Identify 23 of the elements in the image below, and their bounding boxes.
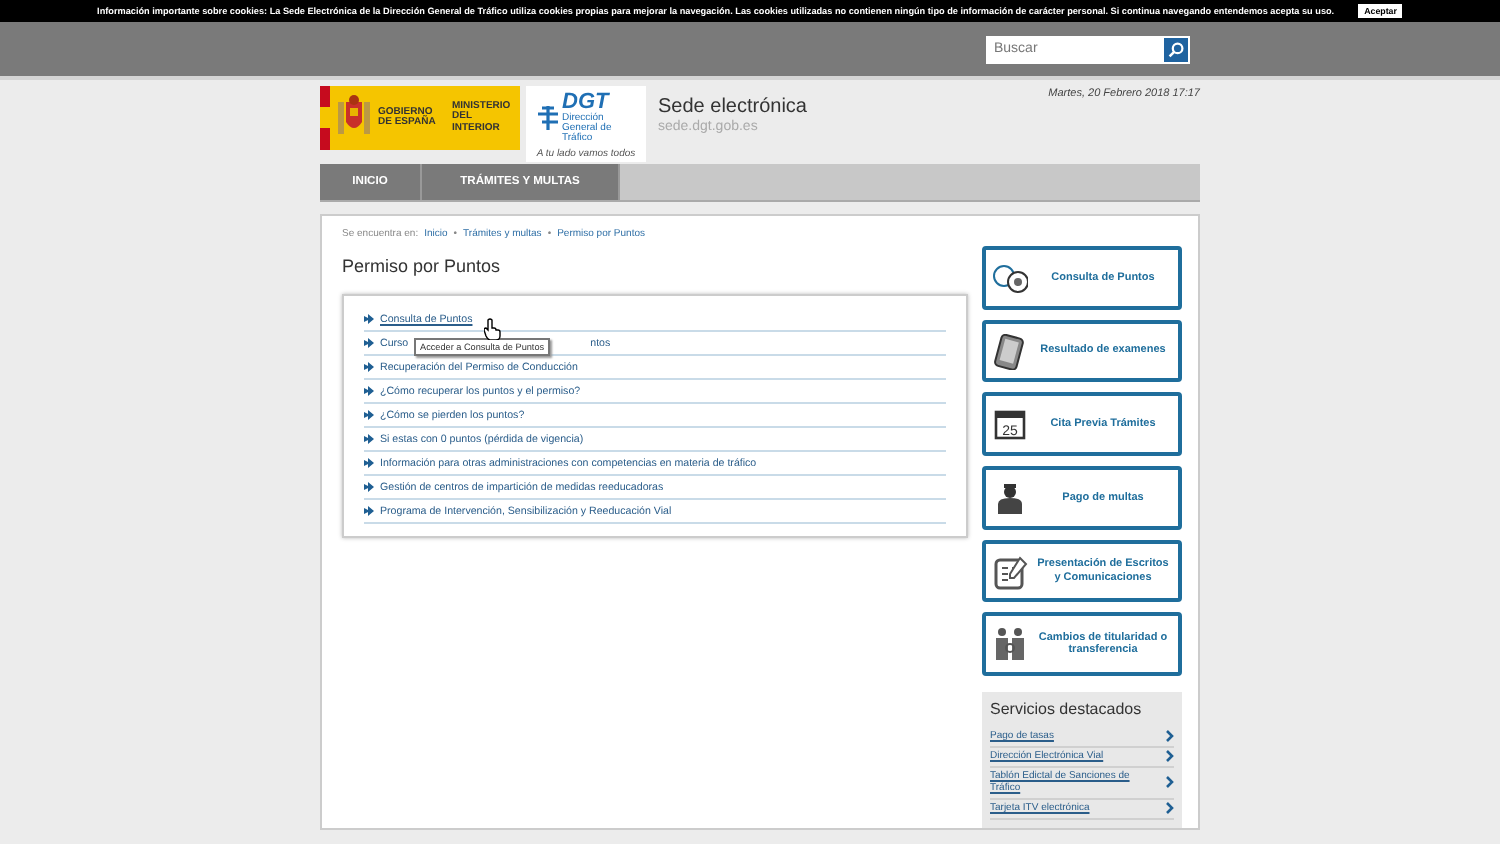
page-title: Permiso por Puntos [342,256,503,276]
arrow-icon [364,386,374,396]
search-icon [1168,41,1184,57]
hand-cursor-icon [484,318,502,340]
search-button[interactable] [1162,35,1190,63]
featured-title: Servicios destacados [990,700,1144,719]
flag-stripe-icon [320,86,330,150]
document-icon [992,553,1028,590]
dgt-logo: DGT [562,90,612,114]
dgt-logo-icon [538,105,558,129]
arrow-icon [364,410,374,420]
arrow-icon [364,482,374,492]
officer-icon [992,479,1028,516]
arrow-icon [364,362,374,372]
arrow-icon [364,506,374,516]
people-icon [992,626,1028,663]
coins-icon [992,259,1028,296]
arrow-icon [364,314,374,324]
arrow-icon [364,338,374,348]
tablet-icon [992,333,1028,369]
arrow-icon [364,458,374,468]
site-title: Sede electrónica [658,96,807,118]
arrow-icon [364,434,374,444]
